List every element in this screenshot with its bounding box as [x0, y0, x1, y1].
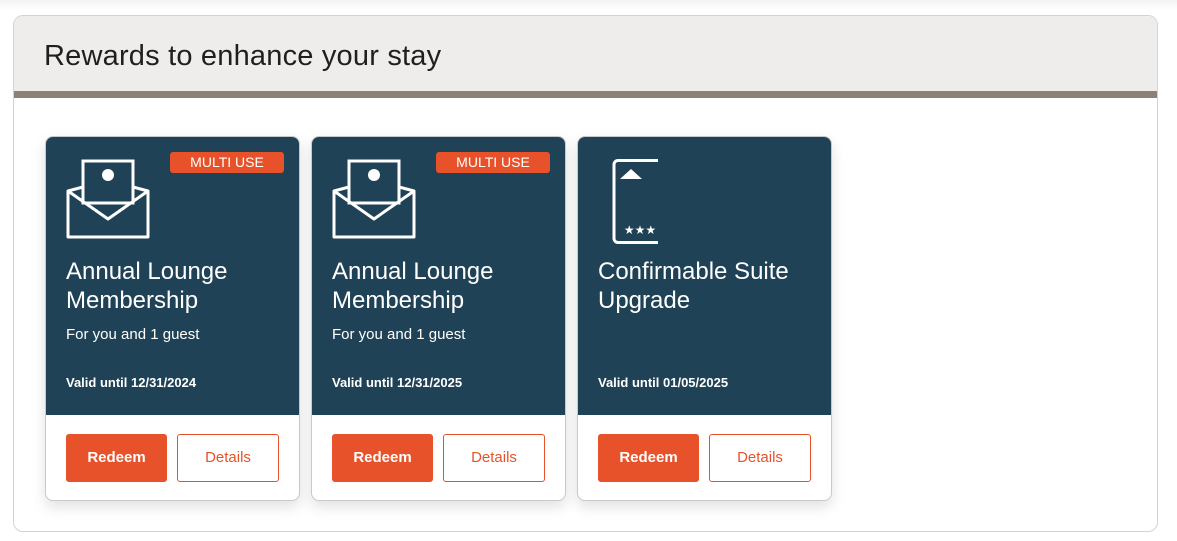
- envelope-ticket-icon: [332, 159, 416, 244]
- reward-card: MULTI USE Annual Lounge Membership For y…: [311, 136, 566, 501]
- page-top-shadow: [0, 0, 1177, 10]
- redeem-button[interactable]: Redeem: [332, 433, 433, 482]
- section-title: Rewards to enhance your stay: [44, 40, 442, 72]
- rewards-panel: Rewards to enhance your stay MULTI USE A…: [13, 15, 1158, 532]
- multi-use-badge: MULTI USE: [436, 152, 550, 173]
- reward-subtitle: For you and 1 guest: [332, 326, 466, 343]
- reward-card-body: MULTI USE Annual Lounge Membership For y…: [46, 137, 299, 415]
- redeem-button[interactable]: Redeem: [66, 433, 167, 482]
- details-button[interactable]: Details: [177, 433, 279, 482]
- reward-card-list: MULTI USE Annual Lounge Membership For y…: [45, 136, 832, 501]
- reward-validity: Valid until 12/31/2025: [332, 375, 463, 390]
- reward-card: ★★★ Confirmable Suite Upgrade Valid unti…: [577, 136, 832, 501]
- redeem-button[interactable]: Redeem: [598, 433, 699, 482]
- multi-use-badge: MULTI USE: [170, 152, 284, 173]
- reward-card-actions: Redeem Details: [578, 415, 831, 500]
- reward-validity: Valid until 01/05/2025: [598, 375, 729, 390]
- reward-card-body: ★★★ Confirmable Suite Upgrade Valid unti…: [578, 137, 831, 415]
- reward-card-body: MULTI USE Annual Lounge Membership For y…: [312, 137, 565, 415]
- svg-text:★★★: ★★★: [624, 223, 656, 237]
- details-button[interactable]: Details: [709, 433, 811, 482]
- reward-title: Annual Lounge Membership: [66, 258, 228, 314]
- reward-title: Confirmable Suite Upgrade: [598, 258, 789, 314]
- reward-card-actions: Redeem Details: [312, 415, 565, 500]
- details-button[interactable]: Details: [443, 433, 545, 482]
- reward-title: Annual Lounge Membership: [332, 258, 494, 314]
- reward-card: MULTI USE Annual Lounge Membership For y…: [45, 136, 300, 501]
- room-key-card-icon: ★★★: [598, 159, 670, 250]
- reward-subtitle: For you and 1 guest: [66, 326, 200, 343]
- rewards-panel-header: Rewards to enhance your stay: [14, 16, 1157, 98]
- reward-validity: Valid until 12/31/2024: [66, 375, 197, 390]
- reward-card-actions: Redeem Details: [46, 415, 299, 500]
- envelope-ticket-icon: [66, 159, 150, 244]
